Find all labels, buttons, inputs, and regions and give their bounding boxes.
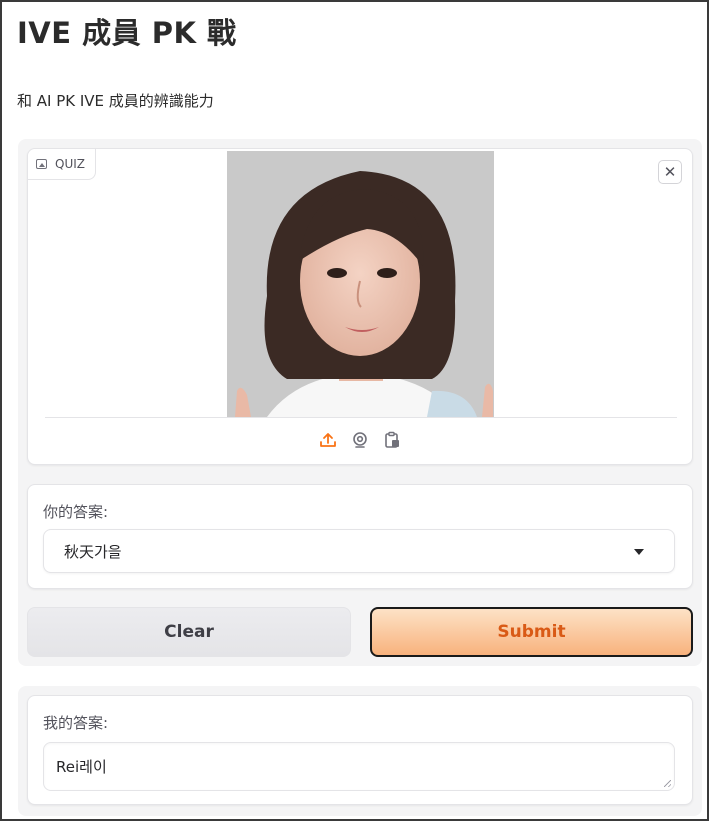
page-title: IVE 成員 PK 戰 [17,16,237,50]
your-answer-label: 你的答案: [43,503,109,521]
dropdown-selected-value: 秋天가을 [64,543,122,561]
image-divider [45,417,677,418]
upload-icon[interactable] [319,431,337,449]
answer-dropdown[interactable]: 秋天가을 [43,529,675,573]
quiz-image-label: QUIZ [28,149,96,180]
resize-handle-icon[interactable] [664,780,671,787]
my-answer-card: 我的答案: Rei레이 [27,695,693,805]
close-icon[interactable]: ✕ [658,160,682,184]
your-answer-card: 你的答案: 秋天가을 [27,484,693,589]
portrait-image [227,151,494,417]
my-answer-label: 我的答案: [43,714,109,732]
my-answer-value: Rei레이 [56,758,107,776]
webcam-icon[interactable] [351,431,369,449]
image-icon [36,159,47,169]
chevron-down-icon[interactable] [634,549,644,555]
quiz-image-card: QUIZ ✕ [27,148,693,465]
image-source-selector [28,431,692,449]
clipboard-icon[interactable] [383,431,401,449]
quiz-photo [227,151,494,417]
clear-button[interactable]: Clear [27,607,351,657]
page-subtitle: 和 AI PK IVE 成員的辨識能力 [17,92,214,110]
submit-button[interactable]: Submit [370,607,693,657]
my-answer-textbox[interactable]: Rei레이 [43,742,675,791]
quiz-label-text: QUIZ [55,157,85,171]
